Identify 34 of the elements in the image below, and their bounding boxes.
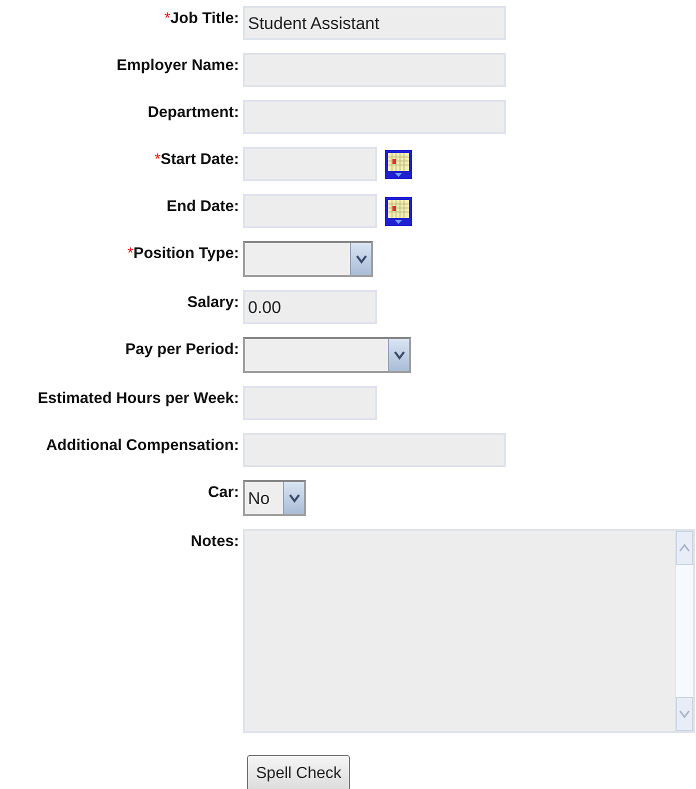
date-field[interactable]: [243, 194, 377, 228]
text-field[interactable]: [243, 100, 506, 134]
field-label: *Job Title:: [164, 10, 239, 27]
dropdown[interactable]: [243, 337, 411, 373]
field-label: *Position Type:: [127, 245, 239, 262]
text-field[interactable]: Student Assistant: [243, 6, 506, 40]
text-field[interactable]: [243, 386, 377, 420]
field-label: *Start Date:: [154, 151, 239, 168]
field-label: Additional Compensation:: [46, 437, 239, 454]
scroll-up-button[interactable]: [676, 531, 693, 565]
field-label: End Date:: [166, 198, 239, 215]
calendar-icon[interactable]: [385, 196, 412, 226]
caret-icon: [288, 494, 300, 502]
text-field[interactable]: [243, 433, 506, 467]
caret-icon: [356, 254, 366, 264]
scroll-down-button[interactable]: [676, 697, 693, 731]
dropdown[interactable]: No: [243, 480, 306, 516]
field-label: Employer Name:: [116, 57, 239, 74]
notes-field[interactable]: [243, 529, 695, 733]
chevron-up-icon: [679, 544, 690, 552]
field-label: Estimated Hours per Week:: [38, 390, 239, 407]
field-label: Pay per Period:: [125, 341, 239, 358]
field-label: Car:: [208, 484, 239, 501]
date-field[interactable]: [243, 147, 377, 181]
dropdown[interactable]: [243, 241, 373, 277]
field-label: Notes:: [190, 533, 239, 550]
field-label: Department:: [148, 104, 239, 121]
caret-icon: [394, 350, 404, 360]
chevron-down-icon: [679, 710, 690, 718]
text-field[interactable]: 0.00: [243, 290, 377, 324]
spell-check-button[interactable]: Spell Check: [247, 755, 350, 789]
text-field[interactable]: [243, 53, 506, 87]
calendar-icon[interactable]: [385, 150, 412, 178]
field-label: Salary:: [187, 294, 239, 311]
